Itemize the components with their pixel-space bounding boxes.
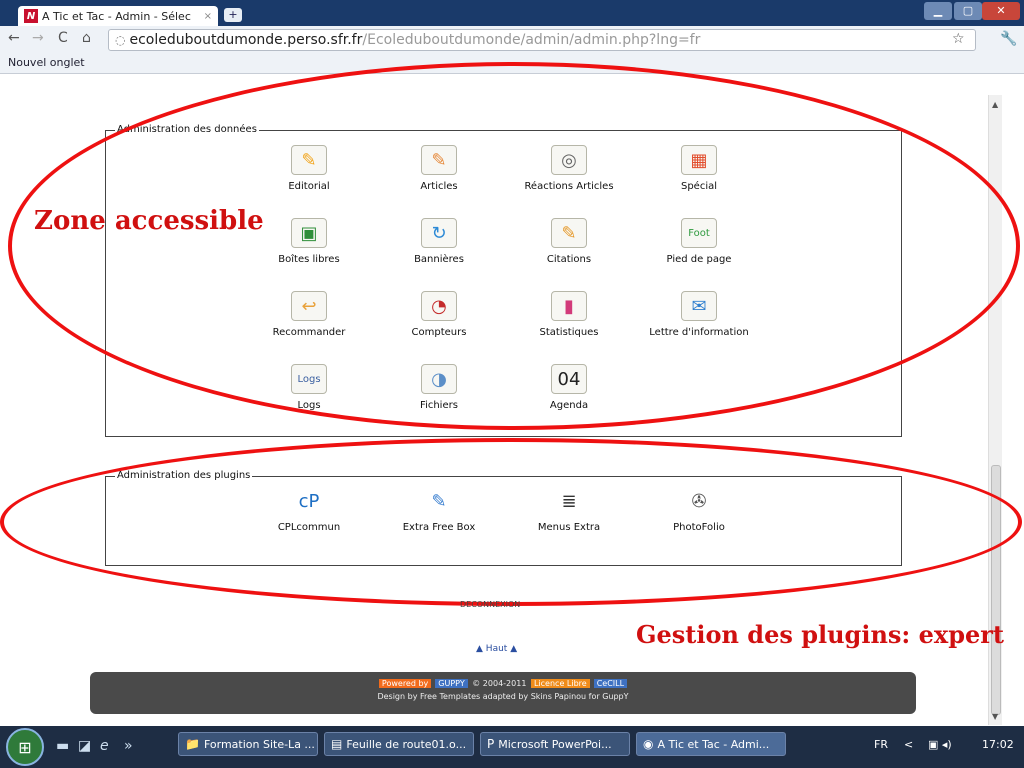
licence-badge[interactable]: Licence Libre — [530, 679, 590, 688]
copyright-text: © 2004-2011 — [472, 679, 527, 688]
taskbar: ⊞ ▬ ◪ e » 📁 Formation Site-La ... ▤ Feui… — [0, 726, 1024, 768]
start-button[interactable]: ⊞ — [6, 728, 44, 766]
new-tab-button[interactable]: + — [224, 8, 242, 22]
plugins-expert-oval — [0, 438, 1022, 606]
tab-title: A Tic et Tac - Admin - Sélec — [42, 9, 191, 23]
powerpoint-icon: P — [487, 737, 495, 751]
bookmark-star-icon[interactable]: ☆ — [952, 31, 965, 47]
url-path: /Ecoleduboutdumonde/admin/admin.php?lng=… — [362, 32, 701, 48]
address-bar[interactable]: ◌ ecoleduboutdumonde.perso.sfr.fr/Ecoled… — [108, 29, 976, 51]
url-host: ecoleduboutdumonde.perso.sfr.fr — [129, 32, 363, 48]
switch-windows-icon[interactable]: ◪ — [78, 738, 91, 754]
language-indicator[interactable]: FR — [874, 738, 888, 751]
taskbar-button[interactable]: P Microsoft PowerPoi... — [480, 732, 630, 756]
taskbar-button-label: A Tic et Tac - Admi... — [657, 737, 770, 751]
network-volume-icon[interactable]: ▣ ◂) — [928, 738, 952, 751]
site-favicon-icon: N — [24, 9, 38, 23]
guppy-badge[interactable]: GUPPY — [435, 679, 468, 688]
globe-icon: ◌ — [115, 33, 126, 47]
chrome-icon: ◉ — [643, 737, 654, 751]
taskbar-button-label: Formation Site-La ... — [203, 737, 315, 751]
ie-icon[interactable]: e — [100, 738, 109, 754]
taskbar-button[interactable]: ▤ Feuille de route01.o... — [324, 732, 474, 756]
page-footer: Powered by GUPPY © 2004-2011 Licence Libr… — [90, 672, 916, 714]
window-maximize-button[interactable]: ▢ — [954, 2, 982, 20]
show-desktop-icon[interactable]: ▬ — [56, 738, 69, 754]
windows-logo-icon: ⊞ — [18, 737, 32, 757]
quicklaunch-more-icon[interactable]: » — [124, 738, 133, 754]
reload-icon[interactable]: C — [58, 30, 68, 46]
taskbar-button[interactable]: 📁 Formation Site-La ... — [178, 732, 318, 756]
zone-accessible-annotation: Zone accessible — [34, 206, 264, 236]
plugins-expert-annotation: Gestion des plugins: expert — [636, 620, 1004, 649]
scroll-down-icon[interactable]: ▼ — [992, 712, 998, 721]
taskbar-button-label: Feuille de route01.o... — [346, 737, 467, 751]
browser-tab[interactable]: N A Tic et Tac - Admin - Sélec × — [18, 6, 218, 26]
clock[interactable]: 17:02 — [982, 738, 1014, 751]
folder-icon: 📁 — [185, 737, 200, 751]
window-close-button[interactable]: ✕ — [982, 2, 1020, 20]
wrench-icon[interactable]: 🔧 — [1000, 31, 1017, 47]
forward-arrow-icon[interactable]: → — [32, 30, 44, 46]
haut-link[interactable]: ▲ Haut ▲ — [476, 644, 517, 654]
taskbar-button[interactable]: ◉ A Tic et Tac - Admi... — [636, 732, 786, 756]
cecill-badge[interactable]: CeCILL — [593, 679, 628, 688]
tab-close-icon[interactable]: × — [204, 11, 212, 22]
window-minimize-button[interactable]: ▁ — [924, 2, 952, 20]
deconnexion-link[interactable]: DECONNEXION — [460, 600, 520, 609]
back-arrow-icon[interactable]: ← — [8, 30, 20, 46]
design-credit: Design by Free Templates adapted by Skin… — [377, 692, 629, 701]
window-titlebar: N A Tic et Tac - Admin - Sélec × + ▁ ▢ ✕ — [0, 0, 1024, 26]
tray-chevron-icon[interactable]: < — [904, 738, 913, 751]
haut-up-arrow-icon: ▲ — [510, 644, 518, 654]
home-icon[interactable]: ⌂ — [82, 30, 91, 46]
powered-by-badge[interactable]: Powered by — [378, 679, 432, 688]
document-icon: ▤ — [331, 737, 343, 751]
scroll-up-icon[interactable]: ▲ — [992, 100, 998, 109]
haut-up-arrow-icon: ▲ — [476, 644, 483, 654]
bookmark-new-tab[interactable]: Nouvel onglet — [8, 56, 85, 69]
haut-label: Haut — [485, 644, 508, 654]
taskbar-button-label: Microsoft PowerPoi... — [498, 737, 612, 751]
zone-accessible-oval — [8, 62, 1020, 430]
